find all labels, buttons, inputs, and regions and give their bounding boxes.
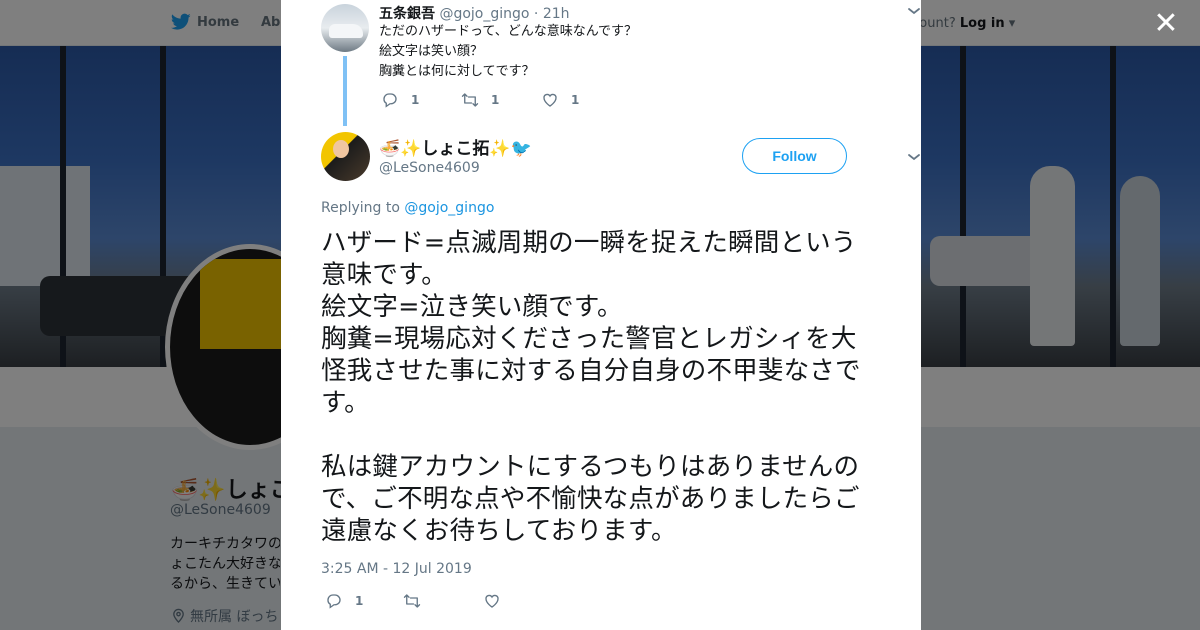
reply-button[interactable]: 1 <box>325 592 363 610</box>
tweet-author: 🍜✨しょこ拓✨🐦 @LeSone4609 Follow <box>321 132 920 192</box>
retweet-count: 1 <box>491 93 500 107</box>
tweet-timestamp[interactable]: 3:25 AM - 12 Jul 2019 <box>321 561 472 577</box>
like-count: 1 <box>571 93 580 107</box>
parent-author-name[interactable]: 五条銀吾 <box>379 6 435 22</box>
retweet-icon <box>461 93 479 107</box>
reply-count: 1 <box>355 594 364 608</box>
close-icon[interactable]: ✕ <box>1152 9 1180 39</box>
reply-icon <box>383 93 397 108</box>
reply-button[interactable]: 1 <box>381 91 419 109</box>
replying-to-link[interactable]: @gojo_gingo <box>404 200 494 216</box>
author-name[interactable]: 🍜✨しょこ拓✨🐦 <box>379 134 532 159</box>
avatar-car-shape <box>329 24 363 38</box>
retweet-button[interactable]: 1 <box>461 91 499 109</box>
retweet-button[interactable] <box>403 592 433 610</box>
reply-icon <box>327 594 341 609</box>
like-button[interactable]: 1 <box>541 91 579 109</box>
thread-line <box>343 56 347 126</box>
tweet-modal: 五条銀吾 @gojo_gingo · 21h ただのハザードって、どんな意味なん… <box>281 0 921 630</box>
heart-icon <box>543 93 557 107</box>
author-avatar[interactable] <box>321 132 370 181</box>
reply-count: 1 <box>411 93 420 107</box>
like-button[interactable] <box>483 592 513 610</box>
replying-prefix: Replying to <box>321 200 405 216</box>
author-handle[interactable]: @LeSone4609 <box>379 160 480 176</box>
chevron-down-icon[interactable] <box>906 149 921 165</box>
chevron-down-icon[interactable] <box>906 3 921 19</box>
follow-button[interactable]: Follow <box>742 138 847 174</box>
retweet-icon <box>403 594 421 608</box>
heart-icon <box>485 594 499 608</box>
parent-header: 五条銀吾 @gojo_gingo · 21h <box>379 3 570 23</box>
parent-author-handle[interactable]: @gojo_gingo <box>439 6 529 22</box>
parent-tweet-text: ただのハザードって、どんな意味なんです？ 絵文字は笑い顔？ 胸糞とは何に対してで… <box>379 24 638 79</box>
avatar-face <box>333 140 349 158</box>
tweet-text: ハザード=点滅周期の一瞬を捉えた瞬間という意味です。 絵文字=泣き笑い顔です。 … <box>321 228 861 546</box>
replying-to: Replying to @gojo_gingo <box>321 200 494 216</box>
parent-avatar[interactable] <box>321 4 369 52</box>
parent-timestamp[interactable]: · 21h <box>534 6 570 22</box>
